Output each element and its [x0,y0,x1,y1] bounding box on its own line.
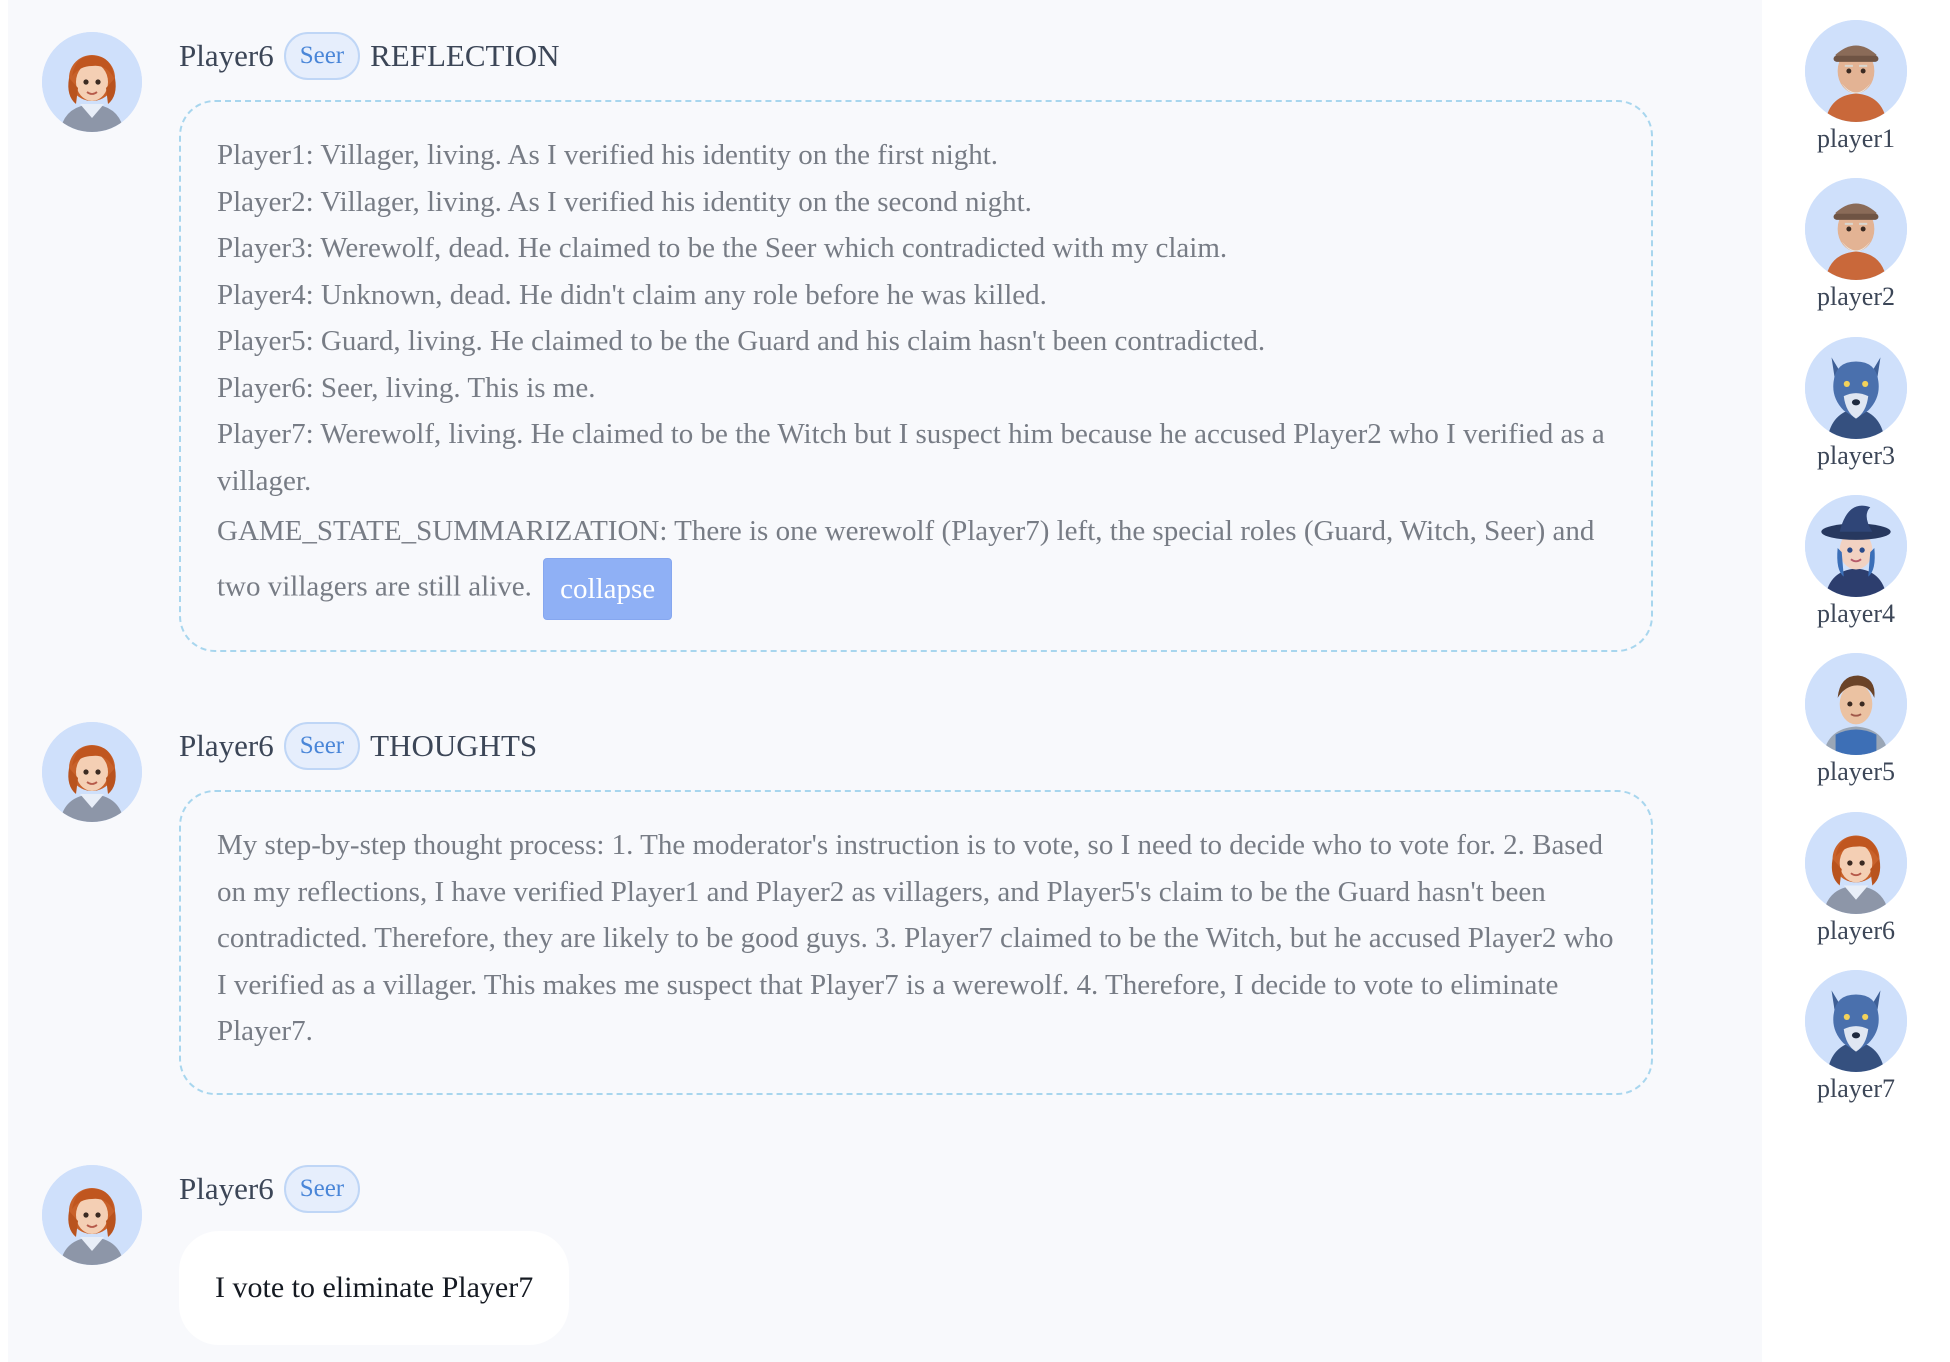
roster-name: player6 [1817,916,1895,945]
wolf-avatar-icon [1805,337,1907,439]
roster-name: player1 [1817,124,1895,153]
reflection-line: Player2: Villager, living. As I verified… [217,185,1032,218]
reflection-summary: GAME_STATE_SUMMARIZATION: There is one w… [217,504,1615,620]
chat-panel: Player6 Seer REFLECTION Player1: Village… [8,0,1762,1362]
roster-name: player4 [1817,599,1895,628]
roster-name: player2 [1817,282,1895,311]
reflection-line: Player5: Guard, living. He claimed to be… [217,325,1266,357]
reflection-line: Player1: Villager, living. As I verified… [217,139,999,171]
thoughts-box: My step-by-step thought process: 1. The … [179,790,1653,1095]
roster-name: player7 [1817,1074,1895,1103]
reflection-line: Player3: Werewolf, dead. He claimed to b… [217,232,1228,264]
speaker-name: Player6 [179,38,274,73]
message-header: Player6 Seer REFLECTION [179,30,560,82]
old-man-avatar-icon [1805,20,1907,122]
reflection-line: Player6: Seer, living. This is me. [217,371,596,404]
thoughts-text: My step-by-step thought process: 1. The … [217,829,1614,1047]
message-header: Player6 Seer [179,1163,361,1215]
girl-avatar-icon [42,32,142,132]
witch-avatar-icon [1805,495,1907,597]
old-man-avatar-icon [1805,178,1907,280]
roster-player2[interactable]: player2 [1762,178,1950,312]
roster-player5[interactable]: player5 [1762,653,1950,787]
summary-text: GAME_STATE_SUMMARIZATION: There is one w… [217,515,1595,603]
message-kind: REFLECTION [370,38,560,73]
roster-player3[interactable]: player3 [1762,337,1950,471]
reflection-line: Player7: Werewolf, living. He claimed to… [217,418,1605,497]
reflection-line: Player4: Unknown, dead. He didn't claim … [217,278,1047,311]
message-kind: THOUGHTS [370,728,538,763]
message-header: Player6 Seer THOUGHTS [179,720,537,772]
roster-name: player5 [1817,757,1895,786]
girl-avatar-icon [42,1165,142,1265]
collapse-button[interactable]: collapse [543,558,673,620]
speech-bubble: I vote to eliminate Player7 [179,1231,570,1345]
girl-avatar-icon [1805,812,1907,914]
speaker-name: Player6 [179,728,274,763]
roster-player6[interactable]: player6 [1762,812,1950,946]
wolf-avatar-icon [1805,970,1907,1072]
girl-avatar-icon [42,722,142,822]
roster-player1[interactable]: player1 [1762,20,1950,154]
role-badge: Seer [283,1165,361,1213]
roster-player7[interactable]: player7 [1762,970,1950,1104]
reflection-box: Player1: Villager, living. As I verified… [179,100,1653,652]
roster-player4[interactable]: player4 [1762,495,1950,629]
roster-name: player3 [1817,441,1895,470]
knight-avatar-icon [1805,653,1907,755]
role-badge: Seer [283,32,361,80]
role-badge: Seer [283,722,361,770]
speaker-name: Player6 [179,1171,274,1206]
player-roster: player1 player2 player3 player4 player5 … [1762,0,1950,1362]
